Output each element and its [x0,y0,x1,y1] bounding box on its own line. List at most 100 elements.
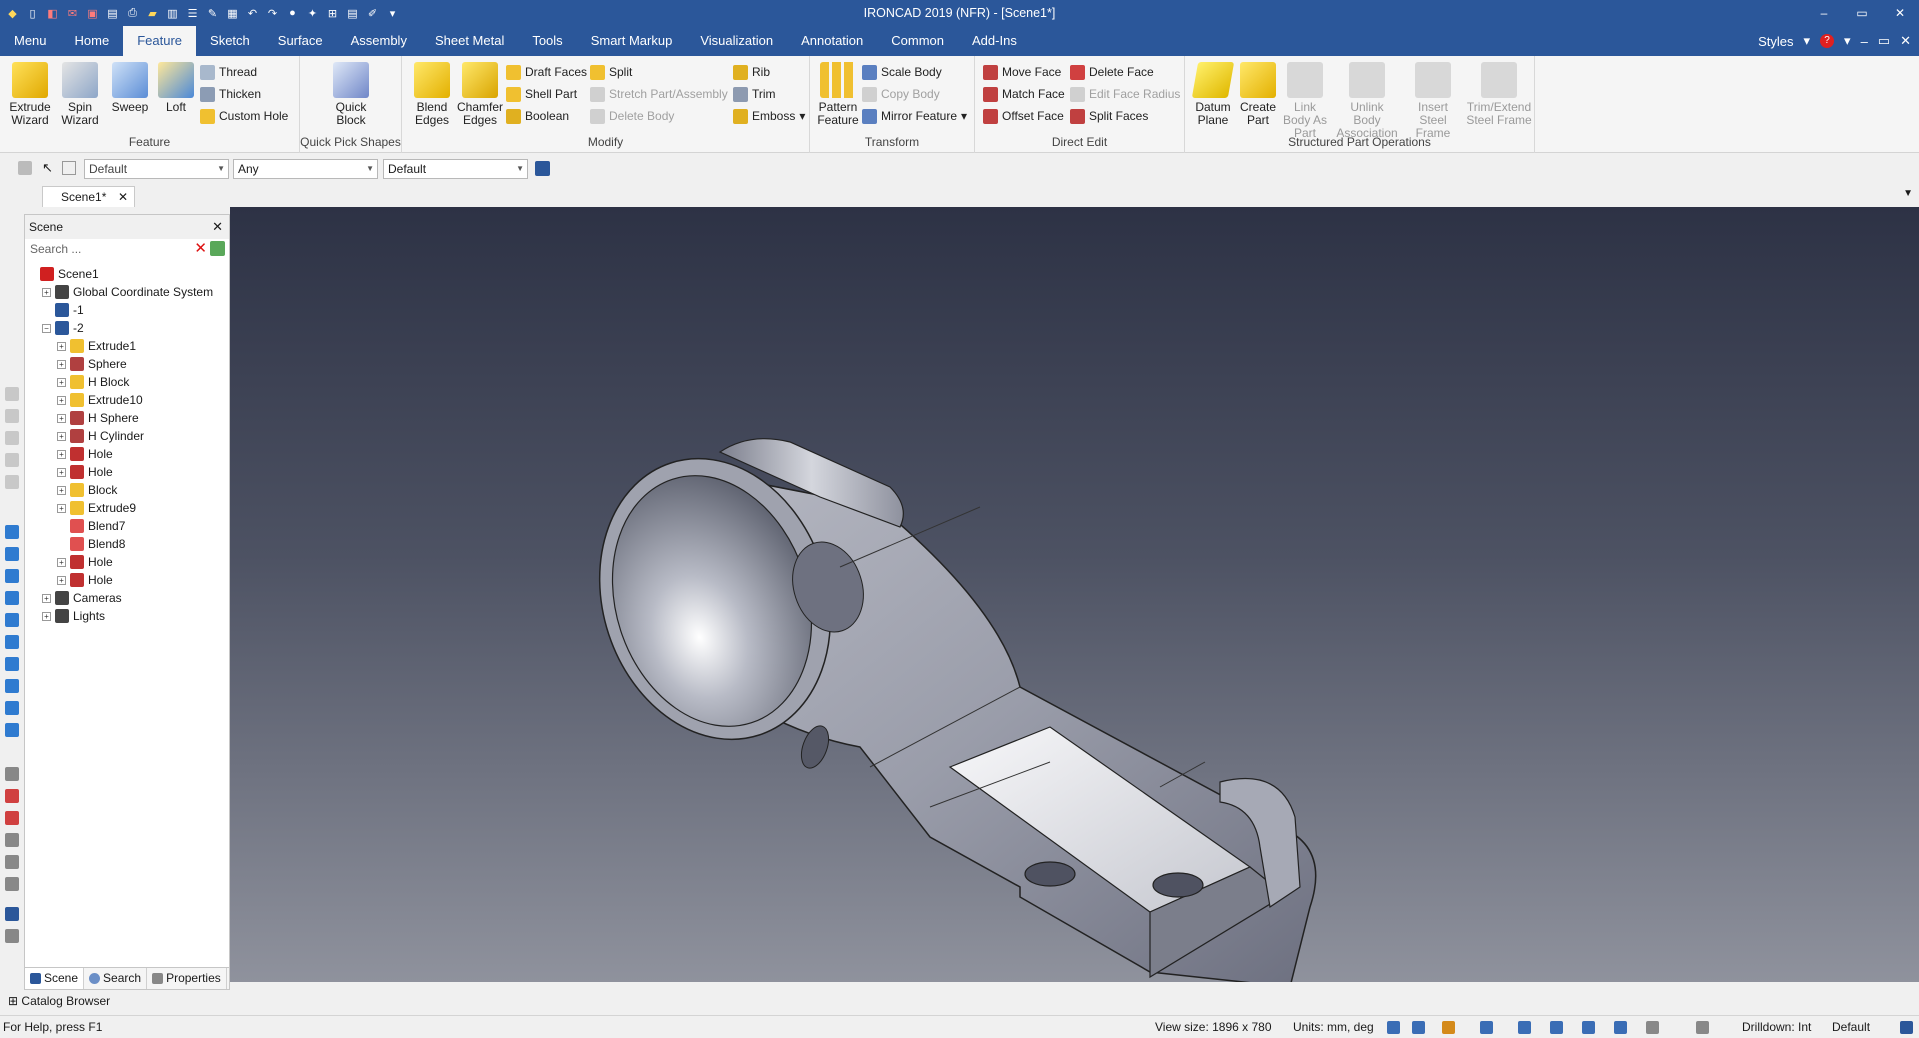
print-icon[interactable]: ⎙ [124,5,141,22]
render-mode-icon[interactable] [1442,1021,1455,1034]
snap-icon[interactable] [5,907,19,921]
doc-close-button[interactable]: ✕ [1900,33,1911,49]
boolean-button[interactable]: Boolean [506,106,569,126]
orient-icon-4[interactable] [5,591,19,605]
datum-plane-button[interactable]: Datum Plane [1189,62,1237,127]
tree-item[interactable]: Blend7 [57,517,125,535]
hierarchy-status-icon[interactable] [1900,1021,1913,1034]
trim-steel-frame-button[interactable]: Trim/Extend Steel Frame [1465,62,1533,127]
drilldown-text[interactable]: Drilldown: Int [1742,1016,1811,1038]
edit-face-radius-button[interactable]: Edit Face Radius [1070,84,1180,104]
tree-item[interactable]: + Lights [42,607,105,625]
tree-item[interactable]: − -2 [42,319,84,337]
loft-button[interactable]: Loft [152,62,200,114]
scene-browser-icon[interactable]: ⊞ [324,5,341,22]
scene-search-input[interactable]: Search ... ✕ [28,239,227,259]
expand-toggle-icon[interactable]: + [57,449,66,459]
styles-menu[interactable]: Styles [1758,34,1793,49]
layer-combo[interactable]: Default ▼ [383,159,528,179]
orient-icon-1[interactable] [5,525,19,539]
new-icon[interactable]: ▯ [24,5,41,22]
style-combo[interactable]: Default ▼ [84,159,229,179]
close-panel-icon[interactable]: ✕ [212,215,223,239]
status-style-combo[interactable]: Default [1832,1016,1870,1038]
offset-face-button[interactable]: Offset Face [983,106,1064,126]
tree-item[interactable]: + H Cylinder [57,427,144,445]
help-icon[interactable]: ? [1820,34,1835,48]
close-tab-icon[interactable]: ✕ [118,187,128,207]
camera-icon[interactable] [1518,1021,1531,1034]
mirror-feature-button[interactable]: Mirror Feature ▾ [862,106,967,126]
thread-button[interactable]: Thread [200,62,257,82]
section-icon[interactable] [5,789,19,803]
tab-smart-markup[interactable]: Smart Markup [577,26,687,56]
tab-sheet-metal[interactable]: Sheet Metal [421,26,518,56]
tree-item[interactable]: + Hole [57,463,113,481]
spin-view-icon[interactable] [5,877,19,891]
blend-edges-button[interactable]: Blend Edges [408,62,456,127]
close-window-button[interactable]: ✕ [1881,0,1919,26]
tab-annotation[interactable]: Annotation [787,26,877,56]
dimension-icon[interactable] [5,811,19,825]
orbit-icon[interactable] [5,855,19,869]
trim-button[interactable]: Trim [733,84,776,104]
expand-toggle-icon[interactable]: + [57,575,66,585]
view-icon-1[interactable] [5,387,19,401]
folder-icon[interactable]: ▰ [144,5,161,22]
expand-toggle-icon[interactable]: + [42,287,51,297]
hierarchy-icon[interactable] [535,161,550,176]
minimize-button[interactable]: – [1805,0,1843,26]
view-icon-2[interactable] [5,409,19,423]
help-dropdown-icon[interactable]: ▾ [1844,33,1851,49]
app-logo-icon[interactable]: ◆ [4,5,21,22]
3d-viewport[interactable] [230,207,1919,982]
draft-faces-button[interactable]: Draft Faces [506,62,587,82]
extrude-wizard-button[interactable]: Extrude Wizard [6,62,54,127]
expand-toggle-icon[interactable]: + [57,485,66,495]
move-face-button[interactable]: Move Face [983,62,1061,82]
part-model[interactable] [230,207,1919,982]
expand-toggle-icon[interactable]: + [57,377,66,387]
expand-toggle-icon[interactable]: + [57,341,66,351]
save-icon[interactable]: ▤ [104,5,121,22]
insert-steel-frame-button[interactable]: Insert Steel Frame [1405,62,1461,140]
orient-icon-3[interactable] [5,569,19,583]
pattern-feature-button[interactable]: Pattern Feature [814,62,862,127]
tree-item[interactable]: + Extrude9 [57,499,136,517]
catalog-browser-bar[interactable]: ⊞ Catalog Browser [0,990,1919,1012]
copy-body-button[interactable]: Copy Body [862,84,940,104]
select-tool-icon[interactable] [18,161,32,175]
orient-icon-10[interactable] [5,723,19,737]
tab-search[interactable]: Search [84,968,148,989]
stretch-button[interactable]: Stretch Part/Assembly [590,84,728,104]
orient-icon-8[interactable] [5,679,19,693]
clear-search-icon[interactable]: ✕ [194,240,207,258]
grid-icon[interactable] [5,929,19,943]
orient-icon-2[interactable] [5,547,19,561]
tools-icon[interactable]: ✎ [204,5,221,22]
customize-dropdown-icon[interactable]: ▾ [384,5,401,22]
options-icon[interactable]: ☰ [184,5,201,22]
orient-icon-6[interactable] [5,635,19,649]
expand-toggle-icon[interactable]: + [57,431,66,441]
thicken-button[interactable]: Thicken [200,84,261,104]
orient-icon-9[interactable] [5,701,19,715]
delete-face-button[interactable]: Delete Face [1070,62,1154,82]
custom-hole-button[interactable]: Custom Hole [200,106,288,126]
redo-icon[interactable]: ↷ [264,5,281,22]
shell-part-button[interactable]: Shell Part [506,84,577,104]
tree-item[interactable]: + Sphere [57,355,127,373]
save-all-icon[interactable]: ▥ [164,5,181,22]
create-part-button[interactable]: Create Part [1234,62,1282,127]
tree-item[interactable]: + Global Coordinate System [42,283,213,301]
tree-item[interactable]: Blend8 [57,535,125,553]
unlink-body-button[interactable]: Unlink Body Association [1335,62,1399,140]
tab-menu[interactable]: Menu [0,26,61,56]
tab-feature[interactable]: Feature [123,26,197,56]
tree-item[interactable]: Scene1 [27,265,99,283]
split-faces-button[interactable]: Split Faces [1070,106,1148,126]
view-icon-5[interactable] [5,475,19,489]
maximize-button[interactable]: ▭ [1843,0,1881,26]
view-orient-icon[interactable] [1550,1021,1563,1034]
tab-surface[interactable]: Surface [264,26,337,56]
